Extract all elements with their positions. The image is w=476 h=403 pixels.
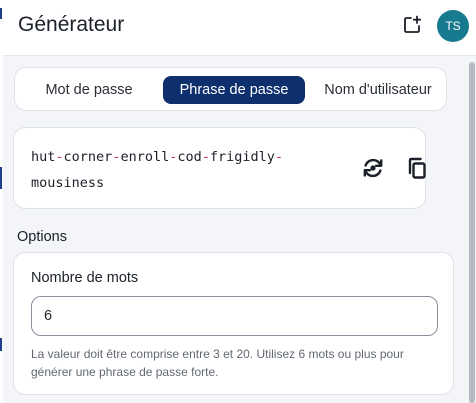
passphrase-separator: - <box>55 149 64 165</box>
header: Générateur TS <box>3 0 476 56</box>
generated-passphrase-card: hut-corner-enroll-cod-frigidly-mousiness <box>13 127 426 209</box>
word-count-label: Nombre de mots <box>31 270 139 286</box>
left-edge <box>0 0 3 403</box>
scrollbar[interactable] <box>469 62 475 403</box>
page-title: Générateur <box>18 13 125 36</box>
passphrase-word: corner <box>63 149 113 165</box>
passphrase-separator: - <box>201 149 210 165</box>
tab-username[interactable]: Nom d'utilisateur <box>313 76 443 104</box>
passphrase-word: mousiness <box>31 175 105 191</box>
edge-marker <box>0 167 2 189</box>
edge-marker <box>0 8 2 19</box>
word-count-hint: La valeur doit être comprise entre 3 et … <box>31 347 404 379</box>
passphrase-word: hut <box>31 149 56 165</box>
edge-marker <box>0 338 2 351</box>
passphrase-word: frigidly <box>209 149 275 165</box>
generator-tabs: Mot de passe Phrase de passe Nom d'utili… <box>14 67 447 111</box>
avatar[interactable]: TS <box>437 10 469 42</box>
options-card: Nombre de mots La valeur doit être compr… <box>13 252 454 395</box>
passphrase-separator: - <box>274 149 284 165</box>
word-count-input[interactable] <box>31 296 438 336</box>
passphrase-word: cod <box>177 149 202 165</box>
options-section-label: Options <box>17 229 67 245</box>
generated-passphrase[interactable]: hut-corner-enroll-cod-frigidly-mousiness <box>31 144 351 196</box>
tab-passphrase[interactable]: Phrase de passe <box>163 76 305 104</box>
regenerate-icon[interactable] <box>361 156 385 180</box>
add-square-icon[interactable] <box>402 15 422 35</box>
copy-icon[interactable] <box>405 156 429 180</box>
tab-password[interactable]: Mot de passe <box>24 76 154 104</box>
passphrase-word: enroll <box>120 149 170 165</box>
